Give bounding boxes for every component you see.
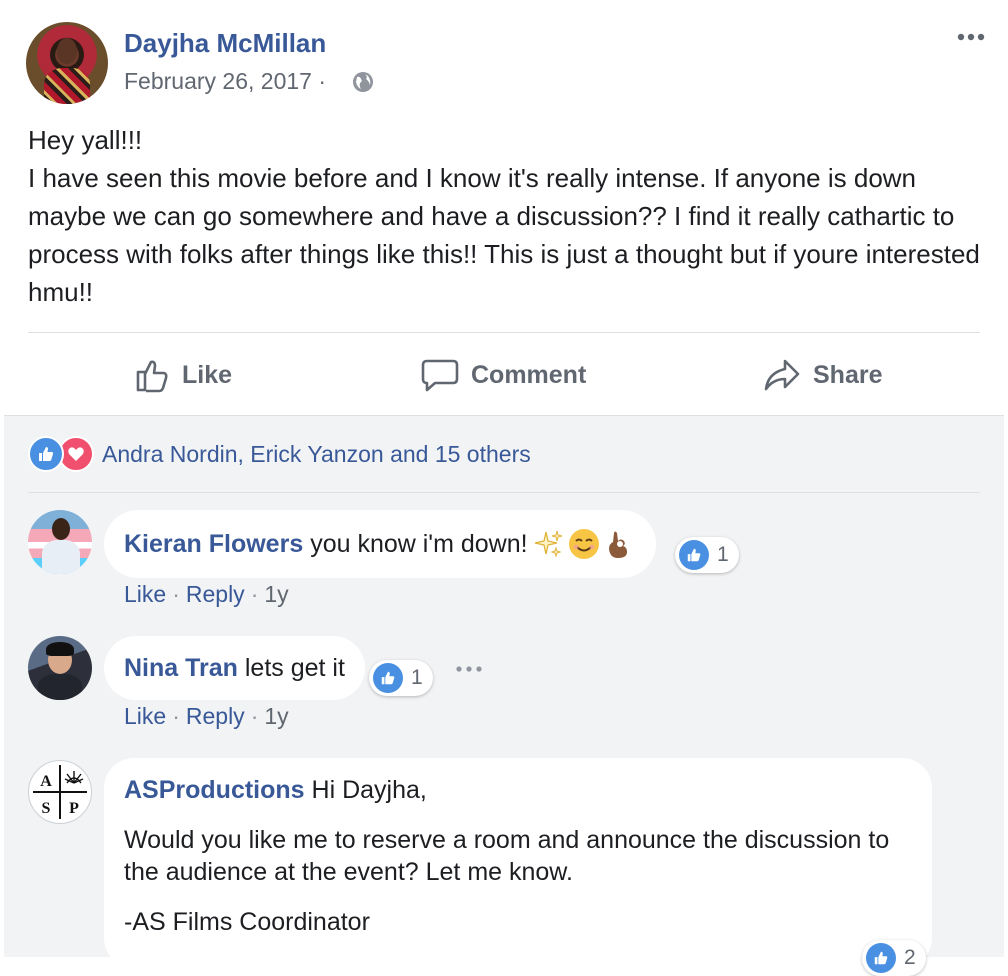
comment-button[interactable]: Comment <box>421 352 586 398</box>
like-reaction-icon <box>373 663 403 693</box>
share-label: Share <box>813 360 883 389</box>
comment-label: Comment <box>471 360 587 389</box>
like-reaction-icon <box>866 943 896 973</box>
svg-text:S: S <box>42 800 51 817</box>
share-button[interactable]: Share <box>763 352 882 398</box>
ok-hand-emoji-icon <box>608 531 627 558</box>
author-name[interactable]: Dayjha McMillan <box>124 28 326 59</box>
comment-signature: -AS Films Coordinator <box>124 908 370 936</box>
comment-bubble: Nina Tran lets get it <box>104 636 365 700</box>
commenter-avatar[interactable] <box>28 636 92 700</box>
reactions-names[interactable]: Andra Nordin, Erick Yanzon and 15 others <box>102 441 531 468</box>
like-count: 2 <box>904 946 916 969</box>
comment-like-count[interactable]: 2 <box>862 940 926 976</box>
comment-like-link[interactable]: Like <box>124 703 166 730</box>
commenter-name[interactable]: Kieran Flowers <box>124 528 303 560</box>
thumbs-up-icon <box>136 360 168 393</box>
svg-text:A: A <box>40 773 52 790</box>
comment-like-count[interactable]: 1 <box>675 537 739 573</box>
separator: · <box>172 581 180 607</box>
commenter-name[interactable]: Nina Tran <box>124 652 238 684</box>
comment-like-count[interactable]: 1 <box>369 660 433 696</box>
post-text: Hey yall!!! I have seen this movie befor… <box>28 121 988 311</box>
separator: · <box>250 581 259 607</box>
speech-bubble-icon <box>421 359 459 392</box>
like-reaction-icon <box>679 540 709 570</box>
like-button[interactable]: Like <box>134 352 232 398</box>
commenter-name[interactable]: ASProductions <box>124 776 305 804</box>
more-options-icon[interactable] <box>956 30 986 44</box>
commenter-avatar[interactable] <box>28 510 92 574</box>
facebook-post: Dayjha McMillan February 26, 2017 · Hey … <box>0 0 1008 976</box>
separator: · <box>250 703 259 729</box>
date-separator: · <box>318 68 327 94</box>
comment-reply-link[interactable]: Reply <box>186 703 245 730</box>
divider <box>28 332 980 333</box>
comment-bubble: ASProductions Hi Dayjha, Would you like … <box>104 758 932 968</box>
comment-text: you know i'm down! <box>310 530 528 558</box>
comment-like-link[interactable]: Like <box>124 581 166 608</box>
like-count: 1 <box>411 666 423 689</box>
comment-text: lets get it <box>244 654 345 682</box>
svg-text:P: P <box>69 800 79 817</box>
post-text-line: I have seen this movie before and I know… <box>28 163 980 307</box>
like-count: 1 <box>717 543 729 566</box>
comment-bubble: Kieran Flowers you know i'm down! <box>104 510 656 578</box>
post-timestamp[interactable]: February 26, 2017 · <box>124 68 326 95</box>
sparkles-emoji-icon <box>534 530 562 558</box>
divider <box>28 492 980 493</box>
smiling-face-emoji-icon <box>568 529 599 559</box>
comment-age[interactable]: 1y <box>264 703 288 730</box>
comment-age[interactable]: 1y <box>264 581 288 608</box>
post-text-line: Hey yall!!! <box>28 125 143 155</box>
reactions-summary[interactable]: Andra Nordin, Erick Yanzon and 15 others <box>28 436 531 472</box>
comment-reply-link[interactable]: Reply <box>186 581 245 608</box>
comment-actions: Like · Reply · 1y <box>124 581 289 608</box>
comment-options-icon[interactable] <box>455 664 483 674</box>
author-avatar[interactable] <box>26 22 108 104</box>
comment-actions: Like · Reply · 1y <box>124 703 289 730</box>
comment-text: Would you like me to reserve a room and … <box>124 826 890 886</box>
comment-greeting: Hi Dayjha, <box>311 776 427 804</box>
separator: · <box>172 703 180 729</box>
asproductions-logo-avatar[interactable]: A S P <box>28 760 92 824</box>
post-date-text[interactable]: February 26, 2017 <box>124 68 312 94</box>
like-reaction-icon <box>28 436 64 472</box>
globe-icon[interactable] <box>352 71 374 93</box>
share-arrow-icon <box>764 359 800 391</box>
like-label: Like <box>182 360 233 389</box>
